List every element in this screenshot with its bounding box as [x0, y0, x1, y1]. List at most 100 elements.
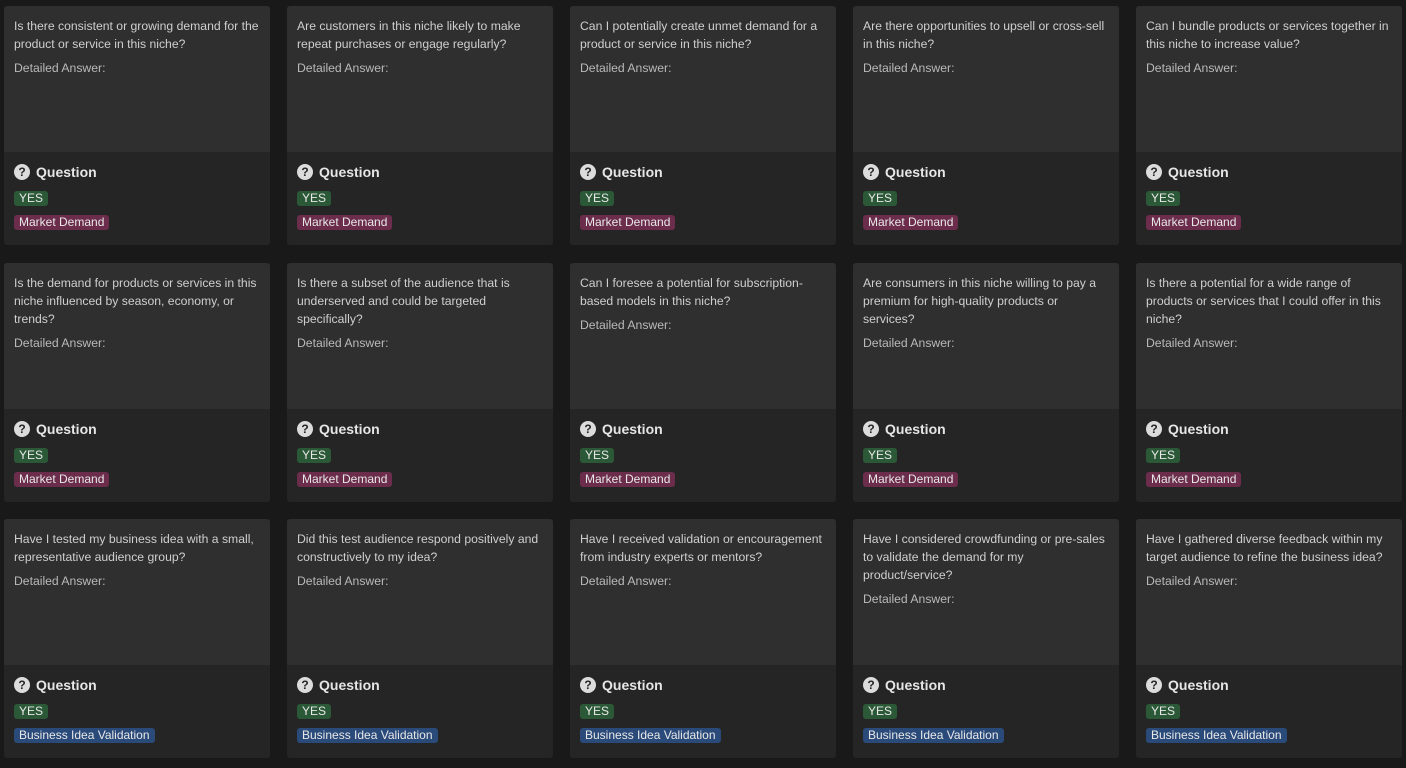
status-tag: YES [863, 704, 898, 719]
category-tag: Business Idea Validation [580, 728, 721, 743]
card-title: Question [602, 677, 663, 693]
detailed-answer-label: Detailed Answer: [580, 574, 672, 588]
category-tag: Market Demand [580, 215, 676, 230]
category-tag: Market Demand [863, 472, 959, 487]
card-title: Question [885, 421, 946, 437]
card-title-row: ? Question [1146, 162, 1229, 182]
status-tag: YES [580, 448, 615, 463]
card-title: Question [1168, 421, 1229, 437]
status-tag: YES [14, 448, 49, 463]
question-circle-icon: ? [580, 677, 596, 693]
detailed-answer-label: Detailed Answer: [1146, 61, 1238, 75]
card-title-row: ? Question [580, 162, 663, 182]
card-title-row: ? Question [863, 419, 946, 439]
gallery-card[interactable]: Is there consistent or growing demand fo… [4, 6, 270, 245]
detailed-answer-label: Detailed Answer: [1146, 574, 1238, 588]
question-text: Have I gathered diverse feedback within … [1146, 532, 1383, 564]
question-circle-icon: ? [863, 164, 879, 180]
gallery-card[interactable]: Have I considered crowdfunding or pre-sa… [853, 519, 1119, 758]
category-tag: Business Idea Validation [1146, 728, 1287, 743]
status-tag: YES [297, 191, 332, 206]
question-circle-icon: ? [580, 164, 596, 180]
gallery-card[interactable]: Are customers in this niche likely to ma… [287, 6, 553, 245]
gallery-card[interactable]: Have I tested my business idea with a sm… [4, 519, 270, 758]
card-title-row: ? Question [1146, 675, 1229, 695]
gallery-card[interactable]: Can I potentially create unmet demand fo… [570, 6, 836, 245]
card-title: Question [602, 164, 663, 180]
card-title-row: ? Question [297, 675, 380, 695]
status-tag: YES [580, 191, 615, 206]
status-tag: YES [863, 448, 898, 463]
question-text: Can I potentially create unmet demand fo… [580, 19, 818, 51]
category-tag: Business Idea Validation [14, 728, 155, 743]
gallery-card[interactable]: Are consumers in this niche willing to p… [853, 263, 1119, 502]
detailed-answer-label: Detailed Answer: [14, 61, 106, 75]
question-text: Are there opportunities to upsell or cro… [863, 19, 1105, 51]
status-tag: YES [1146, 191, 1181, 206]
card-preview: Is there a potential for a wide range of… [1136, 263, 1402, 409]
gallery-card[interactable]: Did this test audience respond positivel… [287, 519, 553, 758]
detailed-answer-label: Detailed Answer: [580, 318, 672, 332]
question-circle-icon: ? [863, 677, 879, 693]
card-title: Question [602, 421, 663, 437]
status-tag: YES [863, 191, 898, 206]
gallery-card[interactable]: Have I received validation or encouragem… [570, 519, 836, 758]
question-text: Have I tested my business idea with a sm… [14, 532, 254, 564]
gallery-view: Is there consistent or growing demand fo… [0, 0, 1406, 768]
card-preview: Have I received validation or encouragem… [570, 519, 836, 665]
category-tag: Market Demand [1146, 472, 1242, 487]
question-text: Are customers in this niche likely to ma… [297, 19, 521, 51]
gallery-card[interactable]: Can I foresee a potential for subscripti… [570, 263, 836, 502]
card-preview: Are consumers in this niche willing to p… [853, 263, 1119, 409]
status-tag: YES [1146, 448, 1181, 463]
card-title-row: ? Question [863, 162, 946, 182]
gallery-card[interactable]: Are there opportunities to upsell or cro… [853, 6, 1119, 245]
card-title-row: ? Question [580, 419, 663, 439]
card-preview: Can I potentially create unmet demand fo… [570, 6, 836, 152]
question-text: Can I foresee a potential for subscripti… [580, 276, 803, 308]
question-circle-icon: ? [14, 164, 30, 180]
gallery-card[interactable]: Is the demand for products or services i… [4, 263, 270, 502]
category-tag: Market Demand [580, 472, 676, 487]
question-circle-icon: ? [1146, 164, 1162, 180]
card-title: Question [36, 421, 97, 437]
card-preview: Can I foresee a potential for subscripti… [570, 263, 836, 409]
detailed-answer-label: Detailed Answer: [297, 61, 389, 75]
card-title: Question [1168, 164, 1229, 180]
card-title-row: ? Question [1146, 419, 1229, 439]
card-title-row: ? Question [14, 162, 97, 182]
detailed-answer-label: Detailed Answer: [14, 574, 106, 588]
detailed-answer-label: Detailed Answer: [297, 574, 389, 588]
category-tag: Market Demand [297, 215, 393, 230]
question-text: Are consumers in this niche willing to p… [863, 276, 1097, 326]
card-title: Question [885, 164, 946, 180]
status-tag: YES [14, 191, 49, 206]
card-title-row: ? Question [580, 675, 663, 695]
card-title-row: ? Question [297, 419, 380, 439]
card-title-row: ? Question [14, 419, 97, 439]
card-preview: Are there opportunities to upsell or cro… [853, 6, 1119, 152]
gallery-card[interactable]: Is there a potential for a wide range of… [1136, 263, 1402, 502]
card-title: Question [885, 677, 946, 693]
card-title: Question [319, 164, 380, 180]
category-tag: Market Demand [297, 472, 393, 487]
detailed-answer-label: Detailed Answer: [863, 336, 955, 350]
card-title: Question [319, 677, 380, 693]
card-title: Question [36, 677, 97, 693]
detailed-answer-label: Detailed Answer: [580, 61, 672, 75]
card-preview: Have I tested my business idea with a sm… [4, 519, 270, 665]
gallery-card[interactable]: Have I gathered diverse feedback within … [1136, 519, 1402, 758]
card-title-row: ? Question [863, 675, 946, 695]
question-circle-icon: ? [1146, 421, 1162, 437]
detailed-answer-label: Detailed Answer: [863, 592, 955, 606]
card-preview: Are customers in this niche likely to ma… [287, 6, 553, 152]
question-text: Is there a subset of the audience that i… [297, 276, 510, 326]
card-preview: Is there a subset of the audience that i… [287, 263, 553, 409]
gallery-card[interactable]: Is there a subset of the audience that i… [287, 263, 553, 502]
status-tag: YES [297, 448, 332, 463]
card-title: Question [36, 164, 97, 180]
gallery-card[interactable]: Can I bundle products or services togeth… [1136, 6, 1402, 245]
question-text: Is the demand for products or services i… [14, 276, 257, 326]
question-circle-icon: ? [297, 677, 313, 693]
question-text: Is there consistent or growing demand fo… [14, 19, 259, 51]
